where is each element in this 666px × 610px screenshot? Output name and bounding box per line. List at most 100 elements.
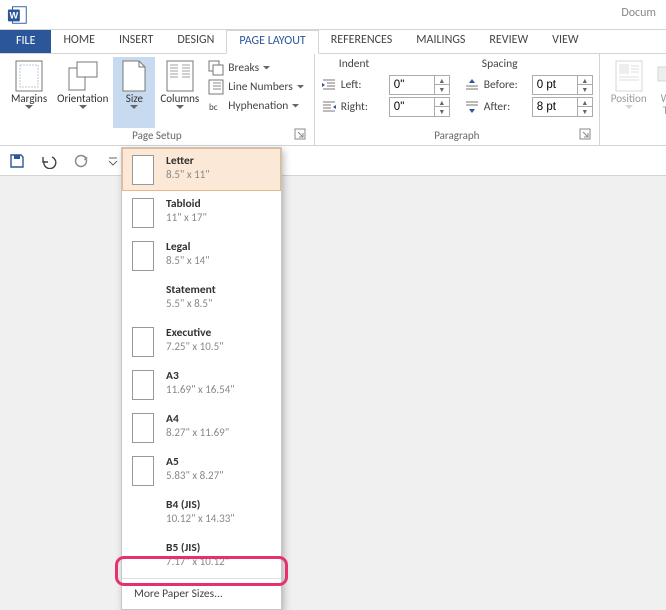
spacing-after-icon bbox=[464, 100, 480, 114]
size-option-dims: 10.12" x 14.33" bbox=[166, 512, 235, 526]
position-button[interactable]: Position bbox=[606, 57, 652, 128]
group-page-setup: Margins Orientation Size bbox=[0, 54, 315, 145]
breaks-button[interactable]: Breaks bbox=[204, 59, 308, 77]
redo-button[interactable] bbox=[70, 150, 92, 172]
paragraph-launcher[interactable] bbox=[579, 128, 593, 142]
caret-down-icon bbox=[79, 105, 87, 110]
page-icon bbox=[132, 413, 154, 443]
size-option-dims: 11" x 17" bbox=[166, 211, 207, 225]
indent-left-input[interactable]: ▲▼ bbox=[389, 75, 450, 95]
size-option-dims: 8.5" x 11" bbox=[166, 168, 210, 182]
more-paper-sizes[interactable]: More Paper Sizes... bbox=[122, 578, 281, 609]
size-option-tabloid[interactable]: Tabloid11" x 17" bbox=[122, 191, 281, 234]
hyphenation-icon: bc bbox=[208, 98, 224, 114]
page-setup-launcher[interactable] bbox=[294, 128, 308, 142]
spin-down-icon[interactable]: ▼ bbox=[435, 85, 449, 94]
page-icon bbox=[132, 370, 154, 400]
size-option-name: A4 bbox=[166, 412, 229, 426]
title-bar: W Docum bbox=[0, 0, 666, 30]
size-option-name: A5 bbox=[166, 455, 224, 469]
breaks-icon bbox=[208, 60, 224, 76]
orientation-button[interactable]: Orientation bbox=[52, 57, 113, 128]
undo-button[interactable] bbox=[38, 150, 60, 172]
tab-page-layout[interactable]: PAGE LAYOUT bbox=[226, 30, 318, 54]
group-label-paragraph: Paragraph bbox=[321, 128, 593, 143]
tab-home[interactable]: HOME bbox=[51, 30, 107, 54]
orientation-icon bbox=[67, 59, 99, 93]
tab-references[interactable]: REFERENCES bbox=[319, 30, 405, 54]
size-option-b5-jis-[interactable]: B5 (JIS)7.17" x 10.12" bbox=[122, 535, 281, 578]
tab-insert[interactable]: INSERT bbox=[107, 30, 165, 54]
indent-left-icon bbox=[321, 78, 337, 92]
size-option-a5[interactable]: A55.83" x 8.27" bbox=[122, 449, 281, 492]
margins-button[interactable]: Margins bbox=[6, 57, 52, 128]
spin-down-icon[interactable]: ▼ bbox=[578, 107, 592, 116]
save-button[interactable] bbox=[6, 150, 28, 172]
spin-up-icon[interactable]: ▲ bbox=[578, 76, 592, 85]
indent-heading: Indent bbox=[321, 57, 450, 73]
page-icon bbox=[132, 456, 154, 486]
tab-view[interactable]: VIEW bbox=[540, 30, 590, 54]
line-numbers-button[interactable]: Line Numbers bbox=[204, 78, 308, 96]
line-numbers-icon bbox=[208, 79, 224, 95]
spacing-before-input[interactable]: ▲▼ bbox=[532, 75, 593, 95]
indent-right-icon bbox=[321, 100, 337, 114]
group-arrange: Position W T bbox=[600, 54, 666, 145]
tab-review[interactable]: REVIEW bbox=[477, 30, 540, 54]
caret-down-icon bbox=[176, 105, 184, 110]
size-option-name: B5 (JIS) bbox=[166, 541, 229, 555]
quick-access-toolbar bbox=[0, 146, 666, 176]
spacing-heading: Spacing bbox=[464, 57, 593, 73]
spacing-after-input[interactable]: ▲▼ bbox=[532, 97, 593, 117]
caret-down-icon bbox=[297, 85, 304, 89]
wrap-text-button[interactable]: W T bbox=[652, 57, 666, 128]
spin-up-icon[interactable]: ▲ bbox=[578, 98, 592, 107]
spin-down-icon[interactable]: ▼ bbox=[578, 85, 592, 94]
caret-down-icon bbox=[625, 105, 633, 110]
tab-mailings[interactable]: MAILINGS bbox=[404, 30, 477, 54]
size-option-name: B4 (JIS) bbox=[166, 498, 235, 512]
size-option-a3[interactable]: A311.69" x 16.54" bbox=[122, 363, 281, 406]
size-option-letter[interactable]: Letter8.5" x 11" bbox=[122, 148, 281, 191]
word-app-icon: W bbox=[6, 4, 30, 26]
columns-icon bbox=[166, 59, 194, 93]
margins-icon bbox=[15, 59, 43, 93]
size-option-a4[interactable]: A48.27" x 11.69" bbox=[122, 406, 281, 449]
spin-up-icon[interactable]: ▲ bbox=[435, 98, 449, 107]
ribbon: Margins Orientation Size bbox=[0, 53, 666, 146]
position-icon bbox=[615, 59, 643, 93]
caret-down-icon bbox=[263, 66, 270, 70]
size-option-statement[interactable]: Statement5.5" x 8.5" bbox=[122, 277, 281, 320]
caret-down-icon bbox=[25, 105, 33, 110]
page-icon bbox=[132, 198, 154, 228]
size-option-name: A3 bbox=[166, 369, 235, 383]
spin-up-icon[interactable]: ▲ bbox=[435, 76, 449, 85]
size-option-legal[interactable]: Legal8.5" x 14" bbox=[122, 234, 281, 277]
size-button[interactable]: Size bbox=[113, 57, 155, 128]
size-option-name: Letter bbox=[166, 154, 210, 168]
hyphenation-button[interactable]: bc Hyphenation bbox=[204, 97, 308, 115]
size-option-name: Tabloid bbox=[166, 197, 207, 211]
size-option-dims: 5.5" x 8.5" bbox=[166, 297, 216, 311]
size-dropdown-gallery: Letter8.5" x 11"Tabloid11" x 17"Legal8.5… bbox=[121, 147, 282, 610]
indent-right-input[interactable]: ▲▼ bbox=[389, 97, 450, 117]
size-option-dims: 5.83" x 8.27" bbox=[166, 469, 224, 483]
wrap-text-icon bbox=[657, 59, 666, 93]
window-title: Docum bbox=[621, 6, 656, 20]
page-icon bbox=[132, 155, 154, 185]
size-option-name: Legal bbox=[166, 240, 210, 254]
group-paragraph: Indent Left: ▲▼ Right: ▲▼ Spacing Before… bbox=[315, 54, 600, 145]
columns-button[interactable]: Columns bbox=[155, 57, 204, 128]
size-option-dims: 7.25" x 10.5" bbox=[166, 340, 224, 354]
svg-text:W: W bbox=[10, 10, 19, 20]
ribbon-tabs: FILE HOMEINSERTDESIGNPAGE LAYOUTREFERENC… bbox=[0, 30, 666, 54]
size-option-b4-jis-[interactable]: B4 (JIS)10.12" x 14.33" bbox=[122, 492, 281, 535]
caret-down-icon bbox=[130, 105, 138, 110]
tab-design[interactable]: DESIGN bbox=[165, 30, 226, 54]
size-option-executive[interactable]: Executive7.25" x 10.5" bbox=[122, 320, 281, 363]
tab-file[interactable]: FILE bbox=[0, 30, 51, 54]
svg-text:bc: bc bbox=[209, 102, 218, 113]
size-option-name: Executive bbox=[166, 326, 224, 340]
spin-down-icon[interactable]: ▼ bbox=[435, 107, 449, 116]
spacing-before-icon bbox=[464, 78, 480, 92]
